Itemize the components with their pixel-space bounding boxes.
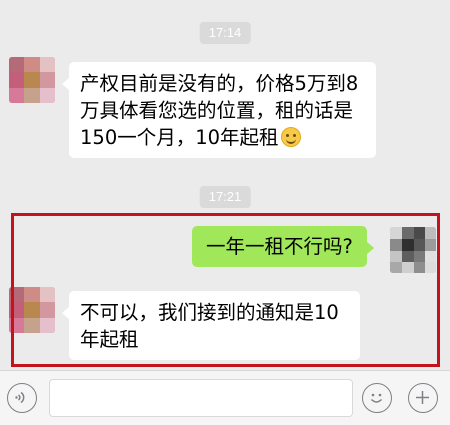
timestamp: 17:14 [199, 22, 251, 44]
message-text: 产权目前是没有的，价格5万到8万具体看您选的位置，租的话是150一个月，10年起… [80, 72, 359, 149]
timestamp: 17:21 [199, 186, 251, 208]
contact-avatar[interactable] [9, 57, 55, 103]
chat-area: 17:14 产权目前是没有的，价格5万到8万具体看您选的位置，租的话是150一个… [0, 0, 450, 370]
voice-icon[interactable] [7, 383, 37, 413]
plus-icon[interactable] [408, 383, 438, 413]
smiling-face-emoji-icon [280, 127, 301, 147]
received-message-bubble[interactable]: 产权目前是没有的，价格5万到8万具体看您选的位置，租的话是150一个月，10年起… [62, 62, 376, 158]
highlight-frame [11, 213, 440, 367]
message-input[interactable] [49, 379, 353, 417]
input-bar [0, 370, 450, 425]
emoji-icon[interactable] [362, 383, 392, 413]
